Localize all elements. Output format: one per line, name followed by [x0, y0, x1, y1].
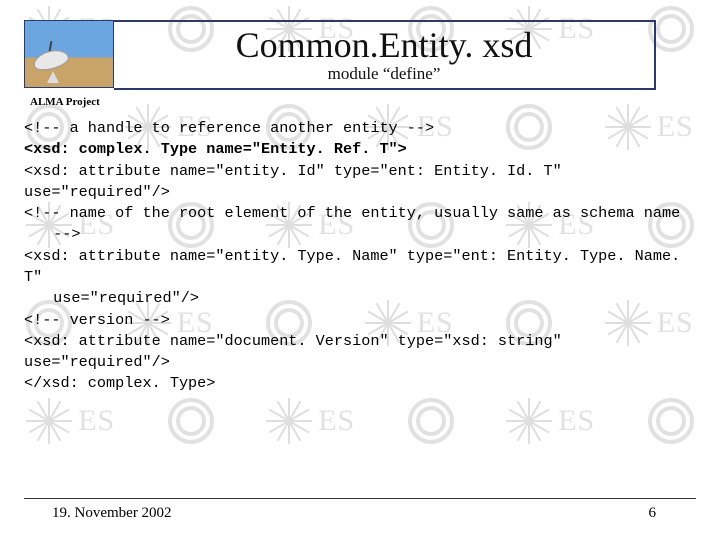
- code-line: <!-- a handle to reference another entit…: [24, 118, 696, 139]
- slide-header: Common.Entity. xsd module “define”: [24, 20, 696, 90]
- code-line: <xsd: attribute name="document. Version"…: [24, 331, 696, 374]
- code-line: </xsd: complex. Type>: [24, 373, 696, 394]
- code-line: <!-- name of the root element of the ent…: [24, 203, 696, 224]
- footer-page-number: 6: [649, 505, 697, 522]
- code-line-cont: use="required"/>: [24, 288, 696, 309]
- project-label: ALMA Project: [30, 96, 696, 108]
- alma-logo-icon: [24, 20, 114, 88]
- code-line-cont: -->: [24, 224, 696, 245]
- slide-subtitle: module “define”: [328, 64, 441, 84]
- footer-date: 19. November 2002: [24, 505, 172, 522]
- slide-footer: 19. November 2002 6: [24, 498, 696, 522]
- code-line: <xsd: attribute name="entity. Id" type="…: [24, 161, 696, 204]
- code-block: <!-- a handle to reference another entit…: [24, 118, 696, 395]
- code-line: <xsd: attribute name="entity. Type. Name…: [24, 246, 696, 289]
- code-line: <xsd: complex. Type name="Entity. Ref. T…: [24, 139, 696, 160]
- slide: Common.Entity. xsd module “define” ALMA …: [0, 0, 720, 540]
- slide-title: Common.Entity. xsd: [236, 24, 533, 66]
- code-line: <!-- version -->: [24, 310, 696, 331]
- code-line-bold: <xsd: complex. Type name="Entity. Ref. T…: [24, 140, 407, 158]
- title-box: Common.Entity. xsd module “define”: [114, 20, 656, 90]
